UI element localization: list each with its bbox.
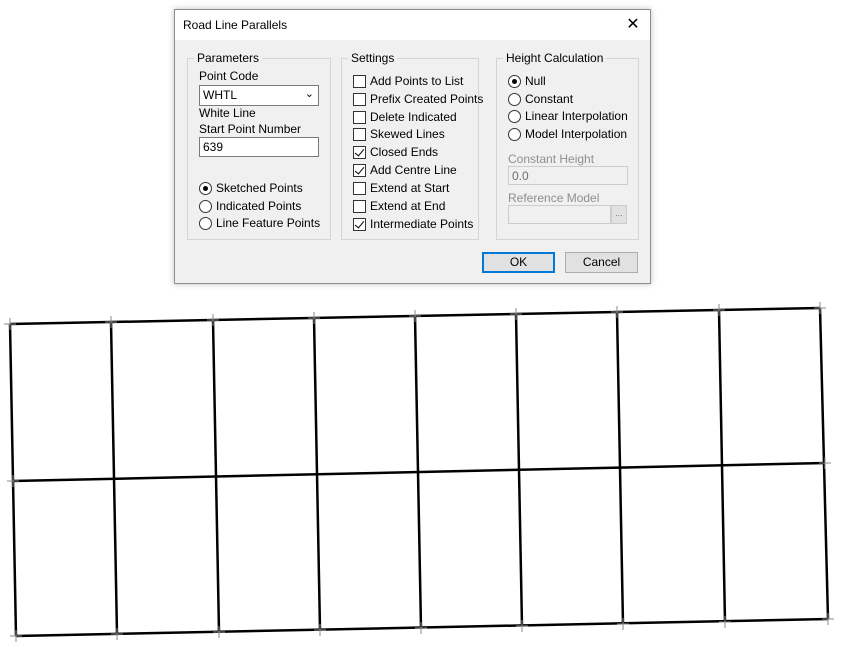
point-marker bbox=[207, 314, 219, 326]
road-line-parallels-dialog: Road Line Parallels ✕ Parameters Point C… bbox=[174, 9, 651, 284]
browse-button[interactable]: ... bbox=[611, 205, 627, 224]
radio-indicated-points[interactable]: Indicated Points bbox=[199, 198, 301, 214]
checkbox[interactable] bbox=[353, 145, 366, 159]
checkbox-label: Prefix Created Points bbox=[370, 92, 484, 106]
height-calculation-group-label: Height Calculation bbox=[503, 51, 607, 65]
radio-button[interactable] bbox=[508, 127, 521, 141]
point-marker bbox=[314, 624, 326, 636]
checkbox-extend-at-start[interactable]: Extend at Start bbox=[353, 180, 449, 196]
point-code-label: Point Code bbox=[199, 69, 259, 83]
checkbox-delete-indicated[interactable]: Delete Indicated bbox=[353, 109, 457, 125]
checkbox[interactable] bbox=[353, 74, 366, 88]
checkbox-skewed-lines[interactable]: Skewed Lines bbox=[353, 126, 445, 142]
checkbox-label: Extend at End bbox=[370, 199, 446, 213]
dialog-title: Road Line Parallels bbox=[183, 18, 288, 32]
point-marker bbox=[105, 316, 117, 328]
start-point-number-label: Start Point Number bbox=[199, 122, 302, 136]
constant-height-input[interactable]: 0.0 bbox=[508, 166, 628, 185]
checkbox[interactable] bbox=[353, 110, 366, 124]
point-marker bbox=[510, 308, 522, 320]
point-marker bbox=[308, 312, 320, 324]
point-marker bbox=[409, 310, 421, 322]
checkbox-add-centre-line[interactable]: Add Centre Line bbox=[353, 162, 457, 178]
close-icon[interactable]: ✕ bbox=[622, 14, 644, 36]
checkbox-prefix-created-points[interactable]: Prefix Created Points bbox=[353, 91, 483, 107]
chevron-down-icon[interactable]: ⌄ bbox=[305, 87, 314, 100]
point-marker bbox=[7, 475, 19, 487]
title-bar: Road Line Parallels ✕ bbox=[175, 10, 650, 40]
radio-label: Model Interpolation bbox=[525, 127, 628, 141]
cancel-button[interactable]: Cancel bbox=[565, 252, 638, 273]
checkbox-label: Add Points to List bbox=[370, 74, 464, 88]
radio-model-interpolation[interactable]: Model Interpolation bbox=[508, 126, 627, 142]
point-marker bbox=[611, 306, 623, 318]
point-code-dropdown[interactable]: WHTL ⌄ bbox=[199, 85, 319, 106]
point-marker bbox=[111, 628, 123, 640]
radio-button[interactable] bbox=[508, 74, 521, 88]
point-marker bbox=[719, 616, 731, 628]
point-code-description: White Line bbox=[199, 106, 256, 120]
ok-button[interactable]: OK bbox=[482, 252, 555, 273]
point-marker bbox=[415, 622, 427, 634]
checkbox-label: Add Centre Line bbox=[370, 163, 457, 177]
radio-label: Indicated Points bbox=[216, 199, 302, 213]
radio-constant[interactable]: Constant bbox=[508, 91, 573, 107]
start-point-number-input[interactable]: 639 bbox=[199, 137, 319, 157]
parameters-group-label: Parameters bbox=[194, 51, 263, 65]
checkbox[interactable] bbox=[353, 92, 366, 106]
checkbox[interactable] bbox=[353, 181, 366, 195]
checkbox-extend-at-end[interactable]: Extend at End bbox=[353, 198, 445, 214]
point-marker bbox=[617, 618, 629, 630]
point-marker bbox=[10, 630, 22, 642]
radio-sketched-points[interactable]: Sketched Points bbox=[199, 180, 303, 196]
checkbox-label: Extend at Start bbox=[370, 181, 450, 195]
checkbox-intermediate-points[interactable]: Intermediate Points bbox=[353, 216, 473, 232]
point-marker bbox=[4, 318, 16, 330]
radio-label: Sketched Points bbox=[216, 181, 303, 195]
radio-label: Linear Interpolation bbox=[525, 109, 628, 123]
checkbox-label: Delete Indicated bbox=[370, 110, 457, 124]
point-code-value: WHTL bbox=[203, 88, 237, 102]
checkbox-closed-ends[interactable]: Closed Ends bbox=[353, 144, 438, 160]
checkbox[interactable] bbox=[353, 163, 366, 177]
reference-model-label: Reference Model bbox=[508, 191, 600, 205]
drawing-canvas[interactable] bbox=[0, 290, 849, 645]
point-marker bbox=[822, 613, 834, 625]
checkbox[interactable] bbox=[353, 199, 366, 213]
checkbox-label: Intermediate Points bbox=[370, 217, 474, 231]
reference-model-input[interactable] bbox=[508, 205, 611, 224]
radio-button[interactable] bbox=[199, 181, 212, 195]
radio-button[interactable] bbox=[199, 216, 212, 230]
point-marker bbox=[213, 626, 225, 638]
checkbox-label: Closed Ends bbox=[370, 145, 439, 159]
radio-label: Null bbox=[525, 74, 546, 88]
radio-line-feature-points[interactable]: Line Feature Points bbox=[199, 215, 320, 231]
point-marker bbox=[516, 620, 528, 632]
radio-button[interactable] bbox=[199, 199, 212, 213]
settings-group-label: Settings bbox=[348, 51, 398, 65]
point-marker bbox=[819, 457, 831, 469]
constant-height-label: Constant Height bbox=[508, 152, 595, 166]
radio-label: Line Feature Points bbox=[216, 216, 321, 230]
checkbox-add-points-to-list[interactable]: Add Points to List bbox=[353, 73, 463, 89]
point-marker bbox=[814, 302, 826, 314]
radio-null[interactable]: Null bbox=[508, 73, 546, 89]
radio-label: Constant bbox=[525, 92, 574, 106]
radio-button[interactable] bbox=[508, 92, 521, 106]
radio-button[interactable] bbox=[508, 109, 521, 123]
checkbox[interactable] bbox=[353, 127, 366, 141]
checkbox-label: Skewed Lines bbox=[370, 127, 445, 141]
point-marker bbox=[713, 304, 725, 316]
checkbox[interactable] bbox=[353, 217, 366, 231]
radio-linear-interpolation[interactable]: Linear Interpolation bbox=[508, 108, 628, 124]
